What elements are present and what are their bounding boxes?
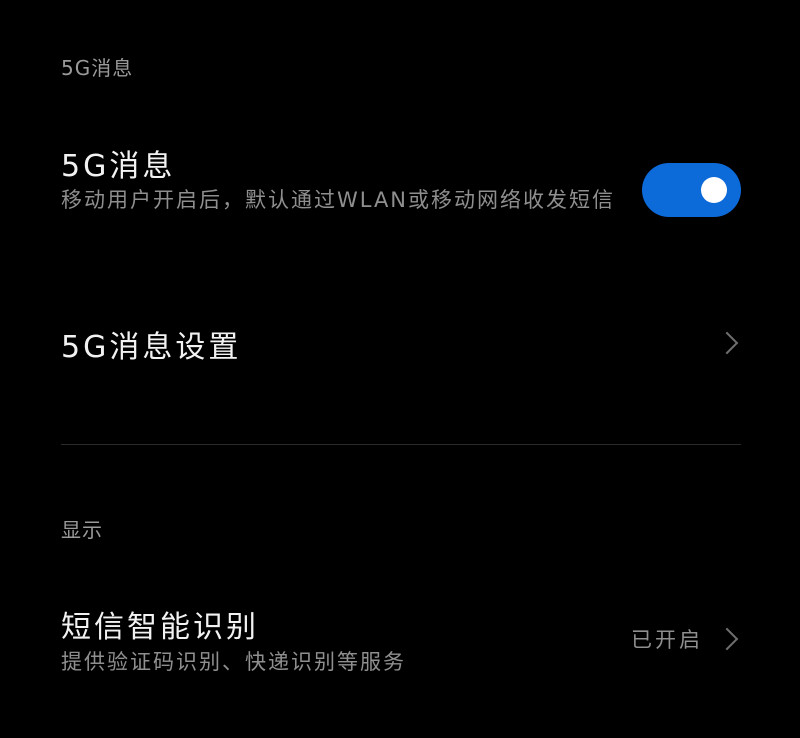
setting-title-5g-message-settings: 5G消息设置: [61, 330, 242, 365]
section-divider: [61, 444, 741, 445]
toggle-knob: [701, 177, 727, 203]
section-header-display: 显示: [61, 518, 103, 542]
chevron-right-icon: [715, 331, 739, 355]
setting-row-5g-message-settings[interactable]: 5G消息设置: [0, 300, 800, 390]
section-header-5g-message: 5G消息: [61, 56, 134, 80]
toggle-switch-5g-message[interactable]: [642, 163, 741, 217]
setting-title-sms-smart-recognition: 短信智能识别: [61, 610, 259, 645]
status-text-enabled: 已开启: [631, 628, 703, 652]
setting-description-5g-message: 移动用户开启后，默认通过WLAN或移动网络收发短信: [61, 188, 616, 212]
setting-description-sms-smart-recognition: 提供验证码识别、快递识别等服务: [61, 650, 406, 674]
setting-title-5g-message: 5G消息: [61, 149, 176, 184]
